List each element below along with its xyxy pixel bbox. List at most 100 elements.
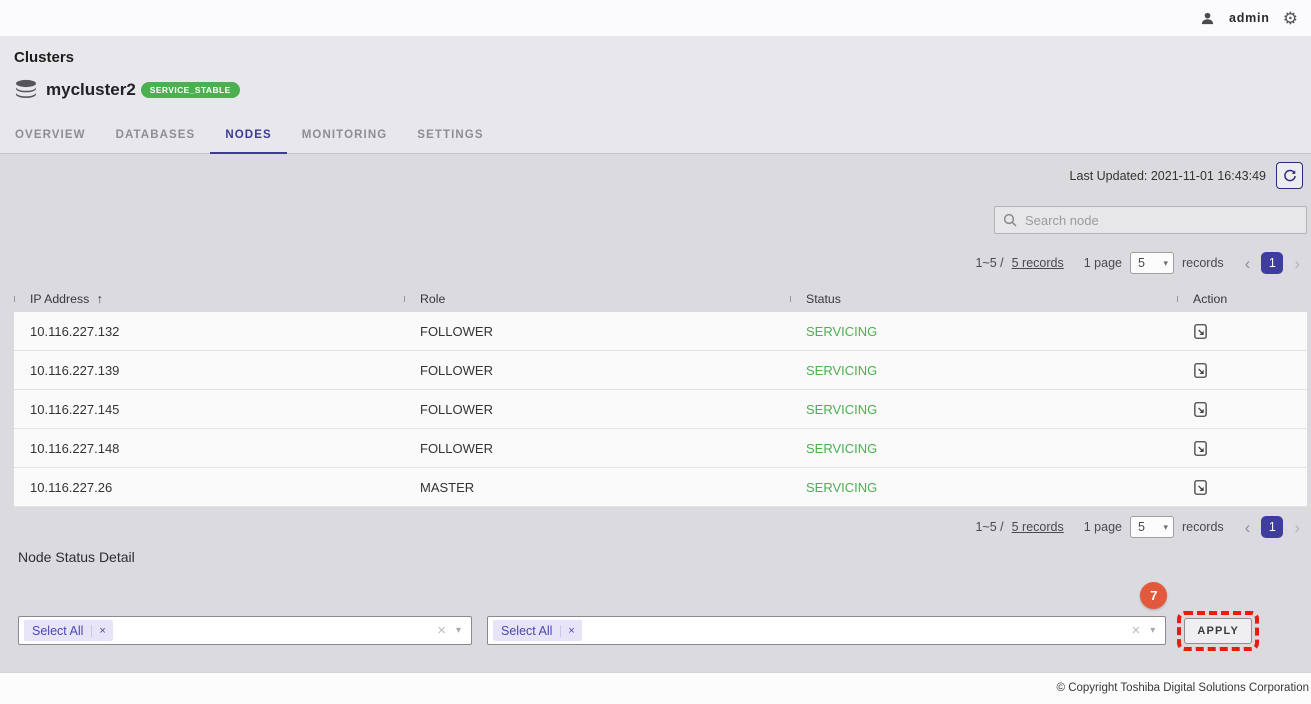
dropdown-caret-icon: ▾ bbox=[1163, 522, 1168, 533]
tab-nodes[interactable]: NODES bbox=[210, 123, 286, 154]
last-updated-label: Last Updated: 2021-11-01 16:43:49 bbox=[1070, 169, 1266, 183]
next-page-icon[interactable]: › bbox=[1291, 519, 1303, 536]
nodes-content: Last Updated: 2021-11-01 16:43:49 1~5 / … bbox=[0, 162, 1311, 653]
dropdown-caret-icon[interactable]: ▾ bbox=[456, 625, 461, 636]
clear-icon[interactable]: × bbox=[437, 622, 446, 639]
column-header-status[interactable]: Status bbox=[790, 292, 1177, 306]
dropdown-caret-icon: ▾ bbox=[1163, 258, 1168, 269]
node-filter-select-1[interactable]: Select All × × ▾ bbox=[18, 616, 472, 645]
cluster-title-row: mycluster2 SERVICE_STABLE bbox=[14, 77, 1311, 103]
cell-role: FOLLOWER bbox=[404, 402, 790, 417]
search-icon bbox=[1002, 212, 1018, 228]
node-log-action-button[interactable] bbox=[1193, 479, 1208, 496]
search-box bbox=[994, 206, 1307, 234]
records-link[interactable]: 5 records bbox=[1012, 520, 1064, 534]
node-filter-select-2[interactable]: Select All × × ▾ bbox=[487, 616, 1166, 645]
page-count-label: 1 page bbox=[1084, 520, 1122, 534]
document-arrow-icon bbox=[1193, 362, 1208, 379]
page-count-label: 1 page bbox=[1084, 256, 1122, 270]
refresh-button[interactable] bbox=[1276, 162, 1303, 189]
apply-annotation-wrap: 7 APPLY bbox=[1177, 611, 1259, 651]
records-link[interactable]: 5 records bbox=[1012, 256, 1064, 270]
column-header-action[interactable]: Action bbox=[1177, 292, 1307, 306]
cell-status: SERVICING bbox=[790, 480, 1177, 495]
cell-role: FOLLOWER bbox=[404, 324, 790, 339]
cell-ip: 10.116.227.139 bbox=[14, 363, 404, 378]
cluster-name: mycluster2 bbox=[46, 80, 136, 100]
cell-role: FOLLOWER bbox=[404, 441, 790, 456]
per-page-value: 5 bbox=[1138, 256, 1145, 270]
node-log-action-button[interactable] bbox=[1193, 362, 1208, 379]
chip-remove-icon[interactable]: × bbox=[560, 625, 581, 637]
search-row bbox=[0, 206, 1307, 234]
cell-ip: 10.116.227.26 bbox=[14, 480, 404, 495]
per-page-select[interactable]: 5 ▾ bbox=[1130, 516, 1174, 538]
node-log-action-button[interactable] bbox=[1193, 440, 1208, 457]
table-body: 10.116.227.132 FOLLOWER SERVICING 10.116… bbox=[14, 312, 1307, 507]
document-arrow-icon bbox=[1193, 440, 1208, 457]
table-row: 10.116.227.26 MASTER SERVICING bbox=[14, 468, 1307, 507]
apply-button[interactable]: APPLY bbox=[1184, 618, 1252, 644]
table-row: 10.116.227.139 FOLLOWER SERVICING bbox=[14, 351, 1307, 390]
cell-status: SERVICING bbox=[790, 324, 1177, 339]
per-page-value: 5 bbox=[1138, 520, 1145, 534]
node-log-action-button[interactable] bbox=[1193, 323, 1208, 340]
pagination-bottom: 1~5 / 5 records 1 page 5 ▾ records ‹ 1 › bbox=[0, 514, 1303, 540]
document-arrow-icon bbox=[1193, 479, 1208, 496]
records-word: records bbox=[1182, 256, 1224, 270]
per-page-select[interactable]: 5 ▾ bbox=[1130, 252, 1174, 274]
username[interactable]: admin bbox=[1229, 11, 1270, 25]
sort-asc-icon: ↑ bbox=[97, 292, 103, 306]
cluster-header: Clusters mycluster2 SERVICE_STABLE OVERV… bbox=[0, 36, 1311, 154]
tab-bar: OVERVIEW DATABASES NODES MONITORING SETT… bbox=[0, 123, 1311, 154]
cell-status: SERVICING bbox=[790, 402, 1177, 417]
records-word: records bbox=[1182, 520, 1224, 534]
cell-ip: 10.116.227.148 bbox=[14, 441, 404, 456]
cell-ip: 10.116.227.145 bbox=[14, 402, 404, 417]
selected-chip: Select All × bbox=[24, 620, 113, 641]
table-row: 10.116.227.145 FOLLOWER SERVICING bbox=[14, 390, 1307, 429]
cell-ip: 10.116.227.132 bbox=[14, 324, 404, 339]
step-annotation-badge: 7 bbox=[1140, 582, 1167, 609]
tab-databases[interactable]: DATABASES bbox=[101, 123, 211, 154]
cell-role: FOLLOWER bbox=[404, 363, 790, 378]
prev-page-icon[interactable]: ‹ bbox=[1242, 255, 1254, 272]
tab-settings[interactable]: SETTINGS bbox=[402, 123, 498, 154]
status-badge: SERVICE_STABLE bbox=[141, 82, 240, 98]
selected-chip: Select All × bbox=[493, 620, 582, 641]
document-arrow-icon bbox=[1193, 401, 1208, 418]
topbar: admin ⚙ bbox=[0, 0, 1311, 36]
chip-remove-icon[interactable]: × bbox=[91, 625, 112, 637]
prev-page-icon[interactable]: ‹ bbox=[1242, 519, 1254, 536]
refresh-icon bbox=[1282, 168, 1298, 184]
footer-copyright: © Copyright Toshiba Digital Solutions Co… bbox=[0, 672, 1311, 704]
pagination-range: 1~5 / bbox=[975, 520, 1003, 534]
gear-icon[interactable]: ⚙ bbox=[1283, 10, 1298, 27]
database-icon bbox=[14, 78, 38, 102]
column-header-ip[interactable]: IP Address ↑ bbox=[14, 292, 404, 306]
tab-monitoring[interactable]: MONITORING bbox=[287, 123, 403, 154]
table-row: 10.116.227.148 FOLLOWER SERVICING bbox=[14, 429, 1307, 468]
cell-status: SERVICING bbox=[790, 441, 1177, 456]
last-updated-row: Last Updated: 2021-11-01 16:43:49 bbox=[0, 162, 1303, 189]
current-page-button[interactable]: 1 bbox=[1261, 516, 1283, 538]
clear-icon[interactable]: × bbox=[1132, 622, 1141, 639]
current-page-button[interactable]: 1 bbox=[1261, 252, 1283, 274]
search-input[interactable] bbox=[994, 206, 1307, 234]
column-header-role[interactable]: Role bbox=[404, 292, 790, 306]
document-arrow-icon bbox=[1193, 323, 1208, 340]
nodes-table: IP Address ↑ Role Status Action 10.116.2… bbox=[14, 285, 1307, 507]
next-page-icon[interactable]: › bbox=[1291, 255, 1303, 272]
dropdown-caret-icon[interactable]: ▾ bbox=[1150, 625, 1155, 636]
node-status-filter-row: Select All × × ▾ Select All × × ▾ 7 APPL… bbox=[18, 611, 1259, 653]
cell-role: MASTER bbox=[404, 480, 790, 495]
table-row: 10.116.227.132 FOLLOWER SERVICING bbox=[14, 312, 1307, 351]
cell-status: SERVICING bbox=[790, 363, 1177, 378]
breadcrumb: Clusters bbox=[14, 49, 1311, 66]
node-log-action-button[interactable] bbox=[1193, 401, 1208, 418]
pagination-top: 1~5 / 5 records 1 page 5 ▾ records ‹ 1 › bbox=[0, 250, 1303, 276]
annotation-highlight-box: APPLY bbox=[1177, 611, 1259, 651]
node-status-detail-title: Node Status Detail bbox=[18, 549, 1311, 565]
pagination-range: 1~5 / bbox=[975, 256, 1003, 270]
tab-overview[interactable]: OVERVIEW bbox=[0, 123, 101, 154]
